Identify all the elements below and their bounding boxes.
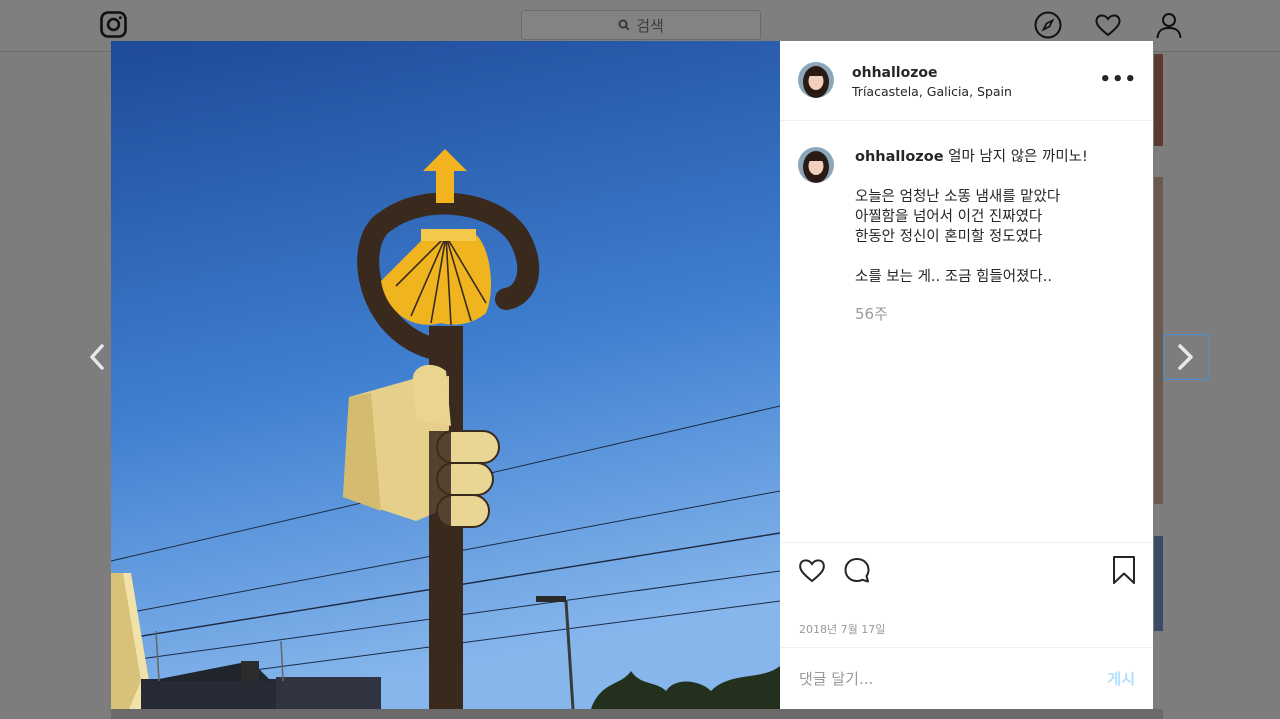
chevron-left-icon[interactable] [78, 337, 118, 377]
profile-photo [798, 147, 834, 183]
instagram-icon[interactable] [100, 11, 127, 38]
background-thumbnail [1154, 177, 1163, 504]
search-input[interactable]: 검색 [521, 10, 761, 40]
caption-avatar[interactable] [798, 147, 834, 183]
search-placeholder: 검색 [636, 16, 664, 35]
camino-sign-image [111, 41, 780, 709]
post-comment-button[interactable]: 게시 [1107, 668, 1135, 689]
comment-icon[interactable] [842, 555, 872, 585]
like-heart-icon[interactable] [797, 555, 827, 585]
post-caption: ohhallozoe 얼마 남지 않은 까미노! 오늘은 엄청난 소똥 냄새를 … [855, 147, 1135, 287]
post-actions [780, 542, 1153, 602]
post-photo[interactable] [111, 41, 780, 709]
more-icon[interactable]: ••• [1099, 69, 1137, 90]
background-thumbnail-row [111, 709, 1163, 719]
caption-text: 얼마 남지 않은 까미노! 오늘은 엄청난 소똥 냄새를 맡았다 아찔함을 넘어… [855, 149, 1088, 285]
avatar[interactable] [798, 62, 834, 98]
post-date: 2018년 7월 17일 [799, 623, 886, 636]
user-icon[interactable] [1155, 11, 1183, 39]
comment-bar: 게시 [780, 647, 1153, 709]
chevron-right-icon[interactable] [1163, 334, 1209, 380]
location[interactable]: Tríacastela, Galicia, Spain [852, 84, 1012, 99]
background-thumbnail [1154, 536, 1163, 631]
caption-username[interactable]: ohhallozoe [855, 149, 944, 165]
post-detail-panel: ohhallozoe Tríacastela, Galicia, Spain •… [780, 41, 1153, 709]
profile-photo [798, 62, 834, 98]
heart-icon[interactable] [1094, 11, 1122, 39]
bookmark-icon[interactable] [1109, 555, 1139, 585]
post-age[interactable]: 56주 [855, 303, 888, 324]
compass-icon[interactable] [1034, 11, 1062, 39]
post-header: ohhallozoe Tríacastela, Galicia, Spain •… [780, 41, 1153, 121]
username[interactable]: ohhallozoe [852, 65, 937, 81]
background-thumbnail [1154, 54, 1163, 146]
comment-input[interactable] [799, 667, 1089, 691]
search-icon [618, 19, 630, 31]
